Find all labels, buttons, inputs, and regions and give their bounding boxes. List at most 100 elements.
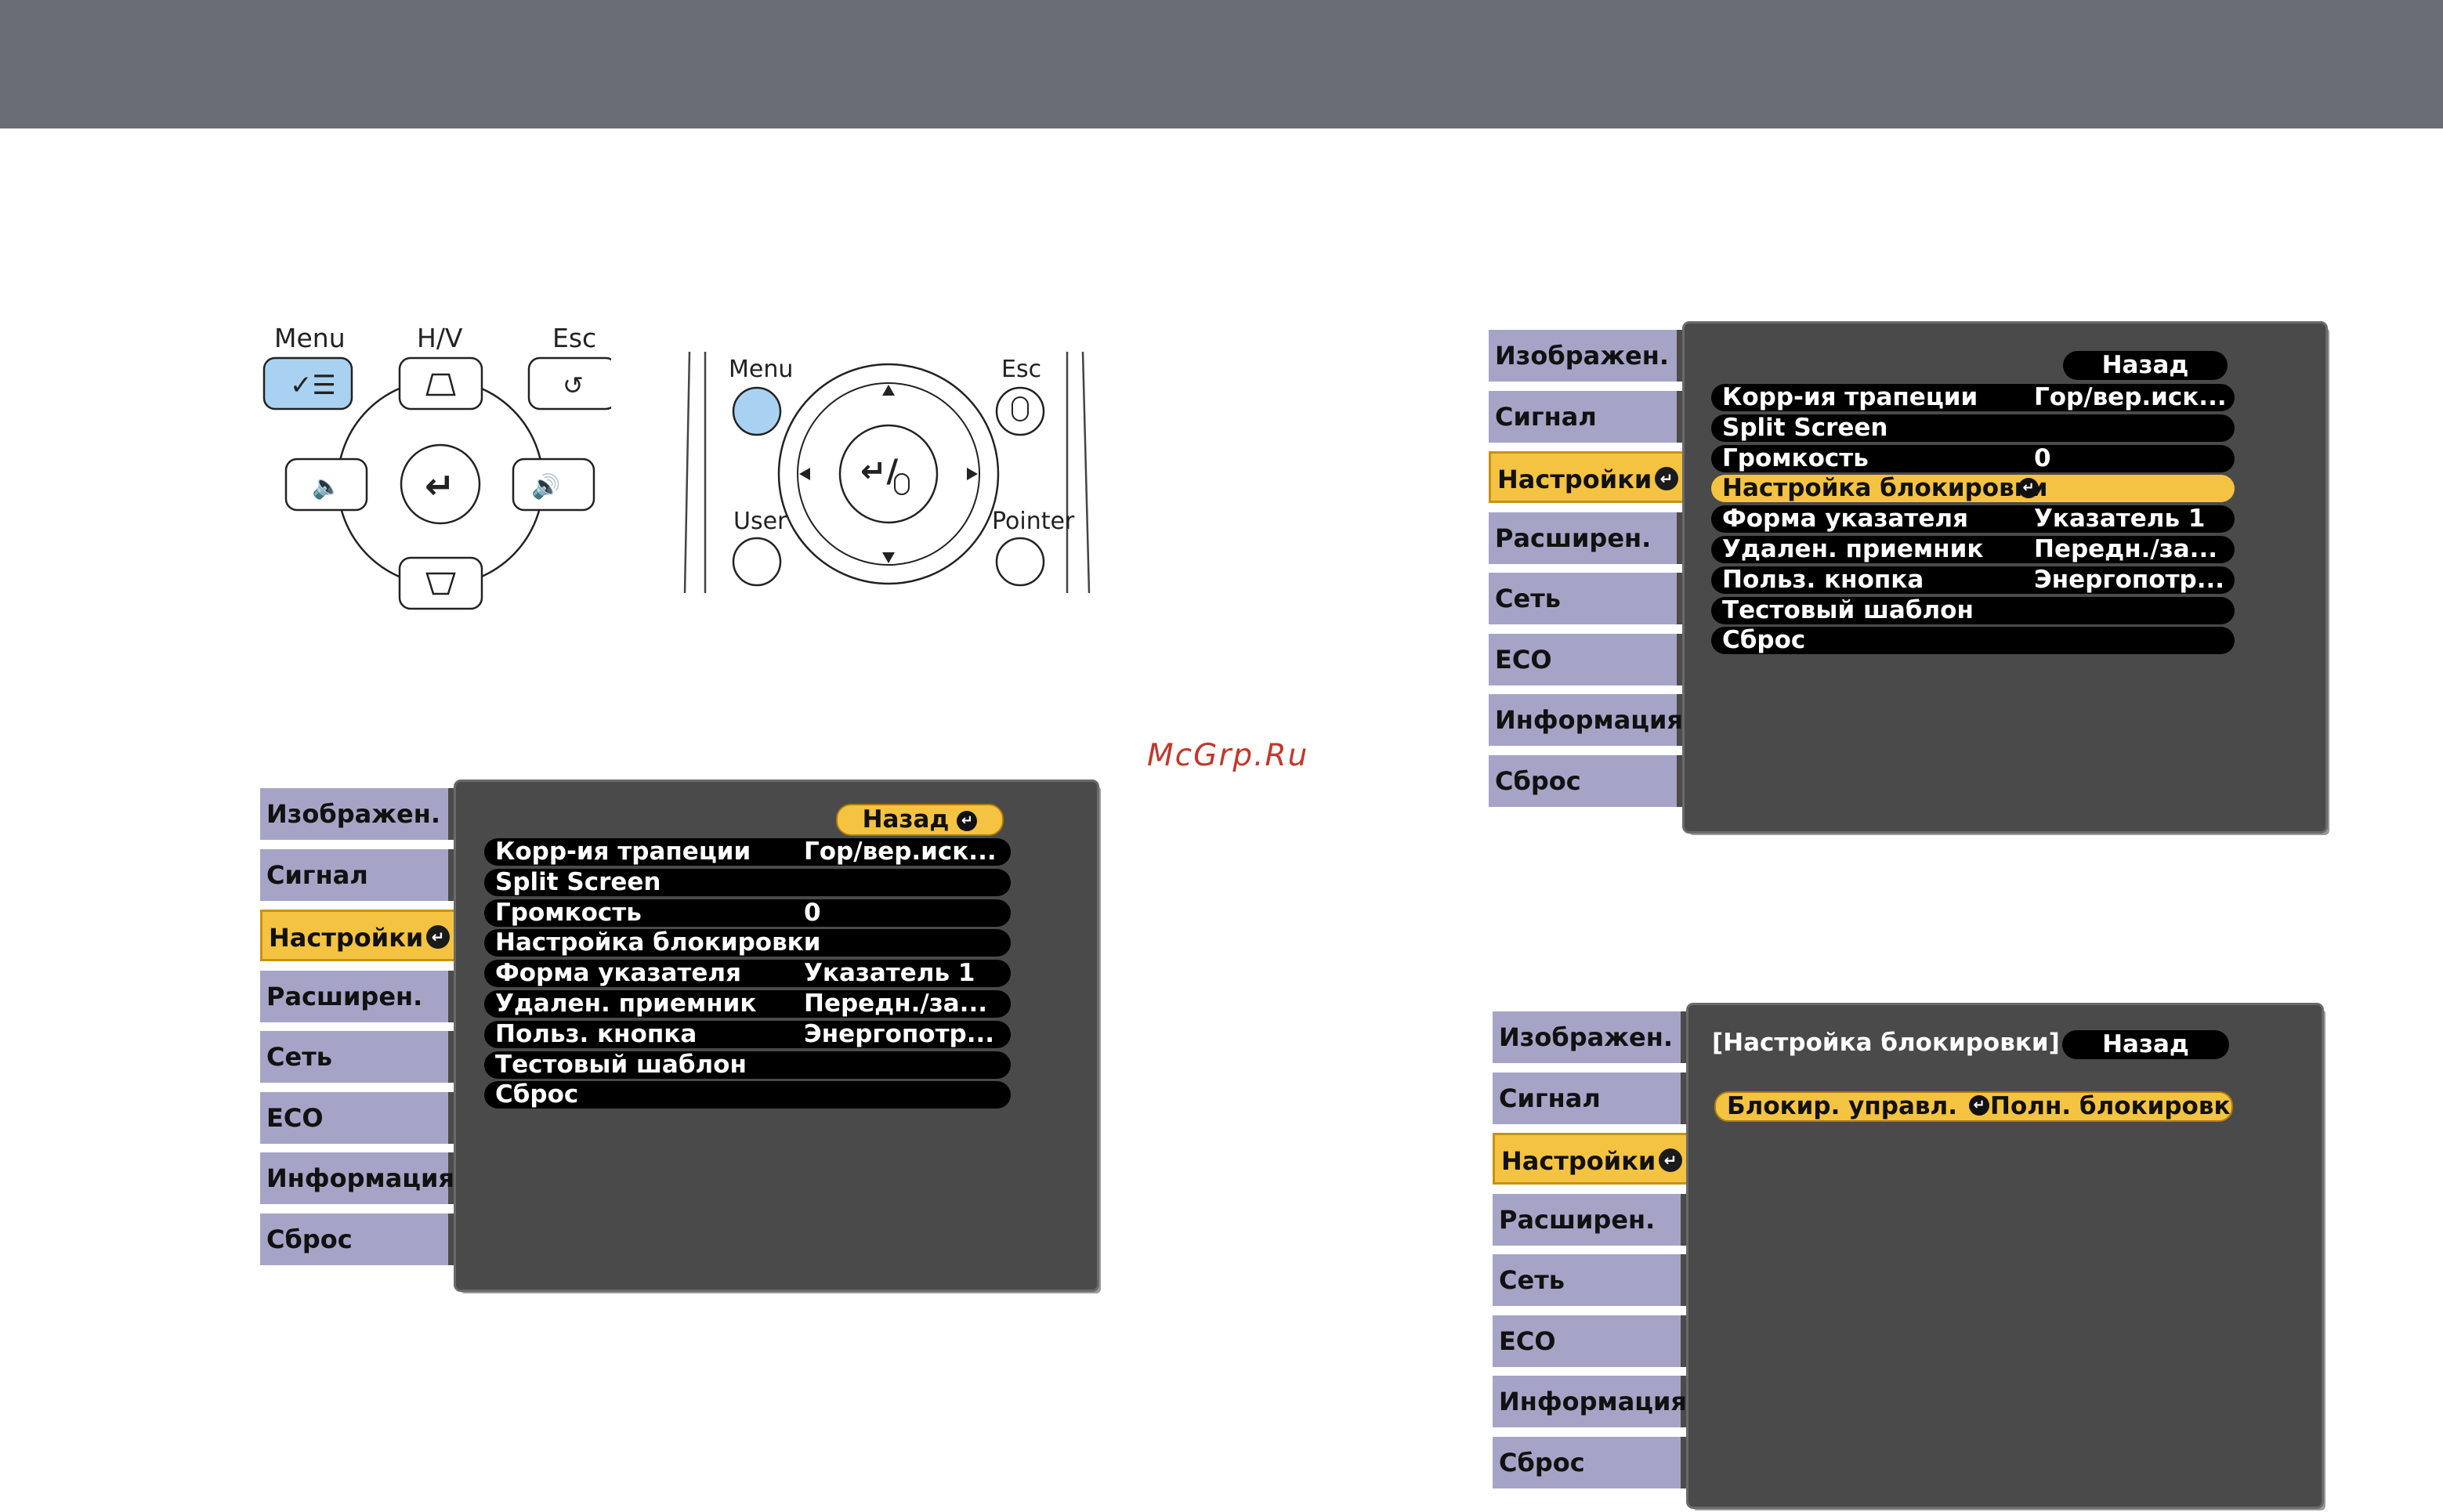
menu-row-label: Тестовый шаблон [1722, 596, 1974, 624]
remote-control-diagram-2: Menu Esc User Pointer ↵/ [683, 351, 1091, 594]
menu-row-value: Энергопотр... [804, 1020, 995, 1048]
tab-2[interactable]: Настройки ↵ [1493, 1133, 1699, 1185]
tab-7[interactable]: Сброс [260, 1213, 458, 1265]
menu-row-label: Польз. кнопка [495, 1020, 697, 1048]
menu-row-label: Блокир. управл. [1727, 1092, 1957, 1120]
esc-label-2: Esc [1001, 356, 1041, 383]
tab-0[interactable]: Изображен. [260, 788, 458, 840]
menu-row-value: Энергопотр... [2034, 566, 2225, 594]
menu-row[interactable]: Форма указателя Указатель 1 [484, 960, 1011, 988]
tab-1[interactable]: Сигнал [1489, 390, 1686, 443]
tab-label: Сигнал [1499, 1083, 1601, 1113]
menu-row-label: Корр-ия трапеции [1722, 384, 1978, 411]
enter-icon: ↵ [957, 810, 978, 831]
menu-row-value: Указатель 1 [804, 960, 975, 988]
enter-icon: ↵ [1969, 1095, 1989, 1116]
enter-icon: ↵ [426, 925, 450, 949]
tab-6[interactable]: Информация [260, 1152, 458, 1204]
menu-row[interactable]: Корр-ия трапеции Гор/вер.иск... [484, 838, 1011, 866]
menu-row[interactable]: Split Screen [1711, 414, 2235, 442]
tab-label: Настройки [1501, 1146, 1656, 1176]
tab-label: Информация [266, 1163, 454, 1193]
menu-row[interactable]: Форма указателя Указатель 1 [1711, 505, 2235, 534]
tab-label: Сеть [1495, 584, 1561, 613]
user-label: User [733, 508, 787, 535]
menu-row[interactable]: Тестовый шаблон [1711, 596, 2235, 624]
menu-row-value: Гор/вер.иск... [2034, 384, 2227, 411]
tab-7[interactable]: Сброс [1493, 1436, 1690, 1488]
tab-0[interactable]: Изображен. [1493, 1011, 1690, 1063]
menu-row-label: Громкость [1722, 444, 1869, 472]
tab-3[interactable]: Расширен. [1493, 1193, 1690, 1246]
tab-label: Сигнал [1495, 401, 1597, 432]
tab-label: Информация [1495, 705, 1683, 735]
menu-row[interactable]: Блокир. управл. ↵ Полн. блокировка [1714, 1091, 2233, 1122]
menu-row-label: Корр-ия трапеции [495, 838, 751, 866]
menu-row-label: Тестовый шаблон [495, 1051, 747, 1079]
back-button[interactable]: Назад [2063, 351, 2228, 380]
tab-label: Сброс [1495, 765, 1581, 796]
menu-row-label: Сброс [495, 1081, 579, 1109]
menu-row-label: Split Screen [1722, 414, 1888, 442]
tab-4[interactable]: Сеть [260, 1031, 458, 1083]
menu-row[interactable]: Удален. приемник Передн./за... [484, 990, 1011, 1018]
menu-row-value: Передн./за... [2034, 536, 2217, 563]
menu-row[interactable]: Настройка блокировки ↵ [1711, 475, 2235, 503]
menu-row[interactable]: Громкость 0 [484, 899, 1011, 927]
tab-5[interactable]: ECO [1489, 633, 1686, 685]
menu-row-label: Split Screen [495, 868, 661, 896]
menu-row-label: Настройка блокировки [1722, 475, 2048, 503]
menu-row-label: Удален. приемник [495, 990, 757, 1018]
tab-1[interactable]: Сигнал [260, 848, 458, 901]
menu-row[interactable]: Польз. кнопка Энергопотр... [1711, 566, 2235, 594]
tab-6[interactable]: Информация [1489, 694, 1686, 746]
hv-keystone-button [398, 356, 483, 411]
menu-row-value: 0 [804, 899, 821, 927]
hv-label: H/V [417, 323, 463, 353]
menu-row-label: Форма указателя [1722, 505, 1968, 534]
enter-icon: ↵ [1655, 467, 1678, 490]
tab-label: Расширен. [1495, 523, 1652, 553]
menu-row[interactable]: Удален. приемник Передн./за... [1711, 536, 2235, 563]
menu-screen-settings-lock: Изображен. Сигнал Настройки ↵ Расширен. Сеть E… [1489, 324, 2327, 833]
menu-row[interactable]: Сброс [484, 1081, 1011, 1109]
menu-row-label: Польз. кнопка [1722, 566, 1924, 594]
tab-5[interactable]: ECO [260, 1091, 458, 1144]
tab-3[interactable]: Расширен. [260, 970, 458, 1022]
back-button[interactable]: Назад [2062, 1030, 2229, 1059]
menu-row-label: Сброс [1722, 627, 1806, 655]
tab-1[interactable]: Сигнал [1493, 1072, 1690, 1124]
menu-row-value: 0 [2034, 444, 2051, 472]
tab-label: Настройки [269, 923, 424, 953]
back-button[interactable]: Назад ↵ [836, 804, 1004, 836]
menu-row[interactable]: Split Screen [484, 868, 1011, 896]
tab-5[interactable]: ECO [1493, 1315, 1690, 1367]
tab-6[interactable]: Информация [1493, 1376, 1690, 1427]
tab-4[interactable]: Сеть [1489, 573, 1686, 624]
svg-text:🔊: 🔊 [531, 472, 560, 501]
menu-row[interactable]: Польз. кнопка Энергопотр... [484, 1020, 1011, 1048]
tab-0[interactable]: Изображен. [1489, 330, 1686, 382]
menu-row-label: Громкость [495, 899, 642, 927]
tab-label: Сеть [266, 1042, 332, 1072]
menu-row[interactable]: Тестовый шаблон [484, 1051, 1011, 1079]
menu-row-value: Передн./за... [804, 990, 987, 1018]
tab-4[interactable]: Сеть [1493, 1254, 1690, 1306]
menu-row[interactable]: Настройка блокировки [484, 929, 1011, 957]
tab-3[interactable]: Расширен. [1489, 512, 1686, 564]
menu-row[interactable]: Громкость 0 [1711, 444, 2235, 472]
remote-control-diagram: Menu H/V Esc ✓☰ ↺ 🔈 ↵ 🔊 [262, 323, 611, 610]
menu-row-label: Удален. приемник [1722, 536, 1984, 563]
keystone-down-button [398, 556, 483, 610]
tab-label: ECO [266, 1102, 324, 1133]
menu-row[interactable]: Сброс [1711, 627, 2235, 655]
tab-label: Изображен. [266, 799, 441, 829]
menu-row[interactable]: Корр-ия трапеции Гор/вер.иск... [1711, 384, 2235, 411]
submenu-header: [Настройка блокировки] [1712, 1029, 2060, 1057]
tab-label: Сброс [1499, 1447, 1585, 1478]
svg-text:↵: ↵ [425, 465, 455, 507]
tab-7[interactable]: Сброс [1489, 754, 1686, 807]
tab-label: Сигнал [266, 859, 368, 890]
tab-2[interactable]: Настройки ↵ [260, 910, 467, 961]
tab-2[interactable]: Настройки ↵ [1489, 451, 1696, 503]
